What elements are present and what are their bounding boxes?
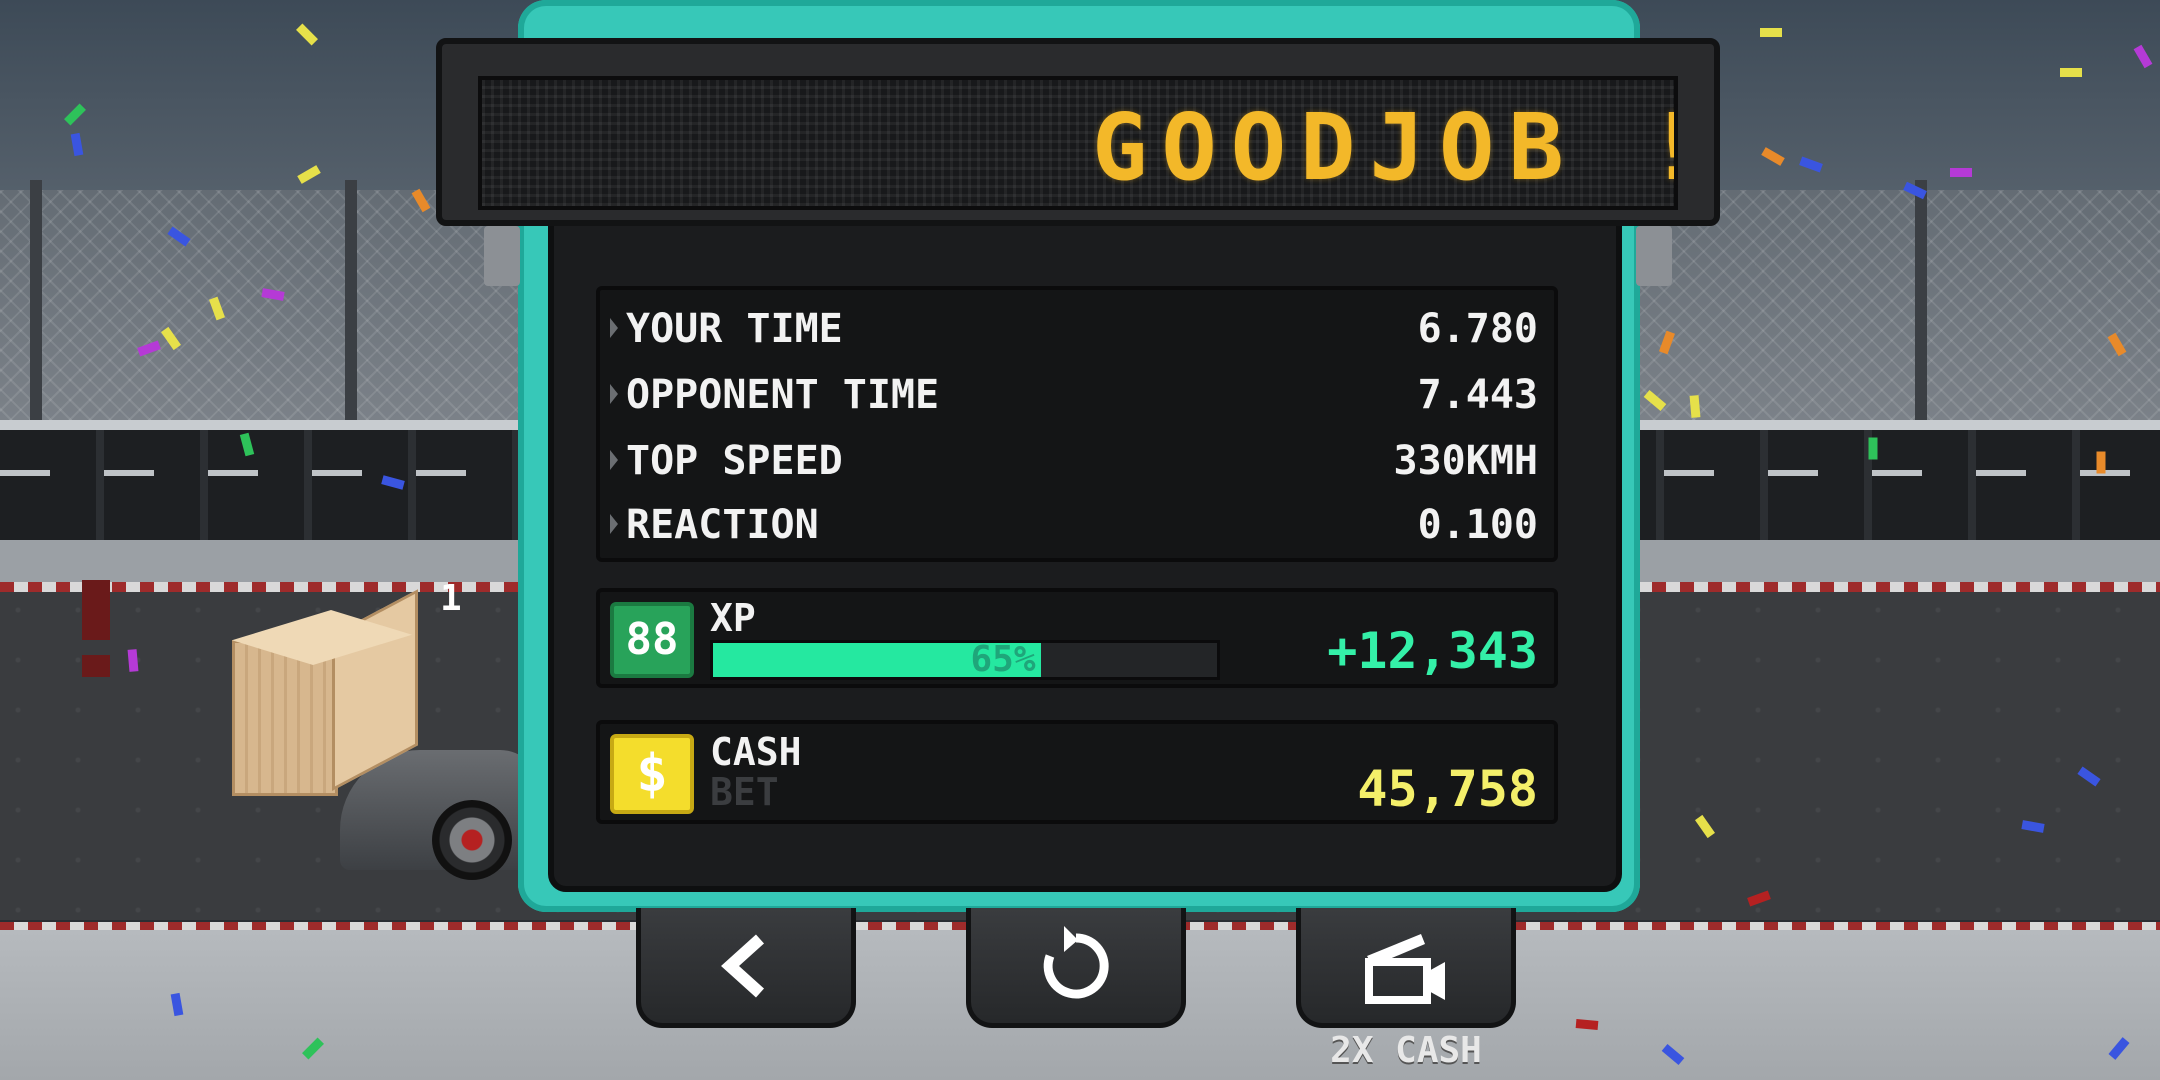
race-stats: YOUR TIME 6.780 OPPONENT TIME 7.443 TOP … — [596, 286, 1558, 562]
led-display: GOODJOB ! — [478, 76, 1678, 210]
stat-label: TOP SPEED — [626, 438, 843, 484]
confetti-piece — [1868, 437, 1878, 460]
stat-row-reaction: REACTION 0.100 — [600, 494, 1554, 556]
fence-post — [345, 180, 357, 430]
confetti-piece — [127, 649, 139, 672]
scoreboard-bracket — [1636, 226, 1672, 286]
row-arrow-icon — [610, 318, 618, 338]
retry-button[interactable] — [966, 908, 1186, 1028]
xp-section: 88 XP 65% +12,343 — [596, 588, 1558, 688]
crate-front — [232, 640, 338, 796]
video-camera-icon — [1365, 933, 1445, 1004]
car-wheel — [432, 800, 512, 880]
confetti-piece — [1760, 28, 1782, 37]
stat-value: 330KMH — [1393, 438, 1539, 484]
confetti-piece — [1575, 1019, 1599, 1030]
cash-value: 45,758 — [1357, 760, 1538, 818]
game-scene: 1 GOODJOB ! YOUR TIME 6.780 OPPONENT TIM… — [0, 0, 2160, 1080]
double-cash-label: 2X CASH — [1330, 1030, 1482, 1071]
fence-post — [1915, 180, 1927, 430]
row-arrow-icon — [610, 514, 618, 534]
xp-progress-bar: 65% — [710, 640, 1220, 680]
confetti-piece — [2060, 68, 2082, 77]
xp-progress-text: 65% — [970, 639, 1036, 680]
stat-value: 0.100 — [1417, 502, 1538, 548]
level-badge: 88 — [610, 602, 694, 678]
stat-label: YOUR TIME — [626, 306, 843, 352]
confetti-piece — [1689, 395, 1701, 418]
confetti-piece — [1950, 168, 1972, 177]
warning-exclamation-icon — [82, 580, 110, 640]
confetti-piece — [2096, 451, 2106, 474]
wooden-crate — [232, 589, 418, 810]
race-position-number: 1 — [440, 578, 462, 619]
cash-label: CASH — [710, 730, 802, 774]
row-arrow-icon — [610, 450, 618, 470]
row-arrow-icon — [610, 384, 618, 404]
xp-gain: +12,343 — [1327, 622, 1538, 680]
dollar-coin-icon: $ — [610, 734, 694, 814]
stat-row-opponent-time: OPPONENT TIME 7.443 — [600, 364, 1554, 426]
cash-section: $ CASH BET 45,758 — [596, 720, 1558, 824]
bet-label: BET — [710, 770, 779, 814]
stat-value: 6.780 — [1417, 306, 1538, 352]
stat-label: OPPONENT TIME — [626, 372, 940, 418]
scoreboard-message: GOODJOB ! — [1092, 94, 1678, 201]
warning-exclamation-dot — [82, 655, 110, 677]
stat-label: REACTION — [626, 502, 819, 548]
back-arrow-icon — [721, 934, 765, 997]
back-button[interactable] — [636, 908, 856, 1028]
scoreboard-bracket — [484, 226, 520, 286]
fence-post — [30, 180, 42, 430]
stat-value: 7.443 — [1417, 372, 1538, 418]
stat-row-your-time: YOUR TIME 6.780 — [600, 298, 1554, 360]
stat-row-top-speed: TOP SPEED 330KMH — [600, 430, 1554, 492]
xp-label: XP — [710, 596, 756, 640]
retry-icon — [1043, 925, 1109, 998]
double-cash-video-button[interactable] — [1296, 908, 1516, 1028]
